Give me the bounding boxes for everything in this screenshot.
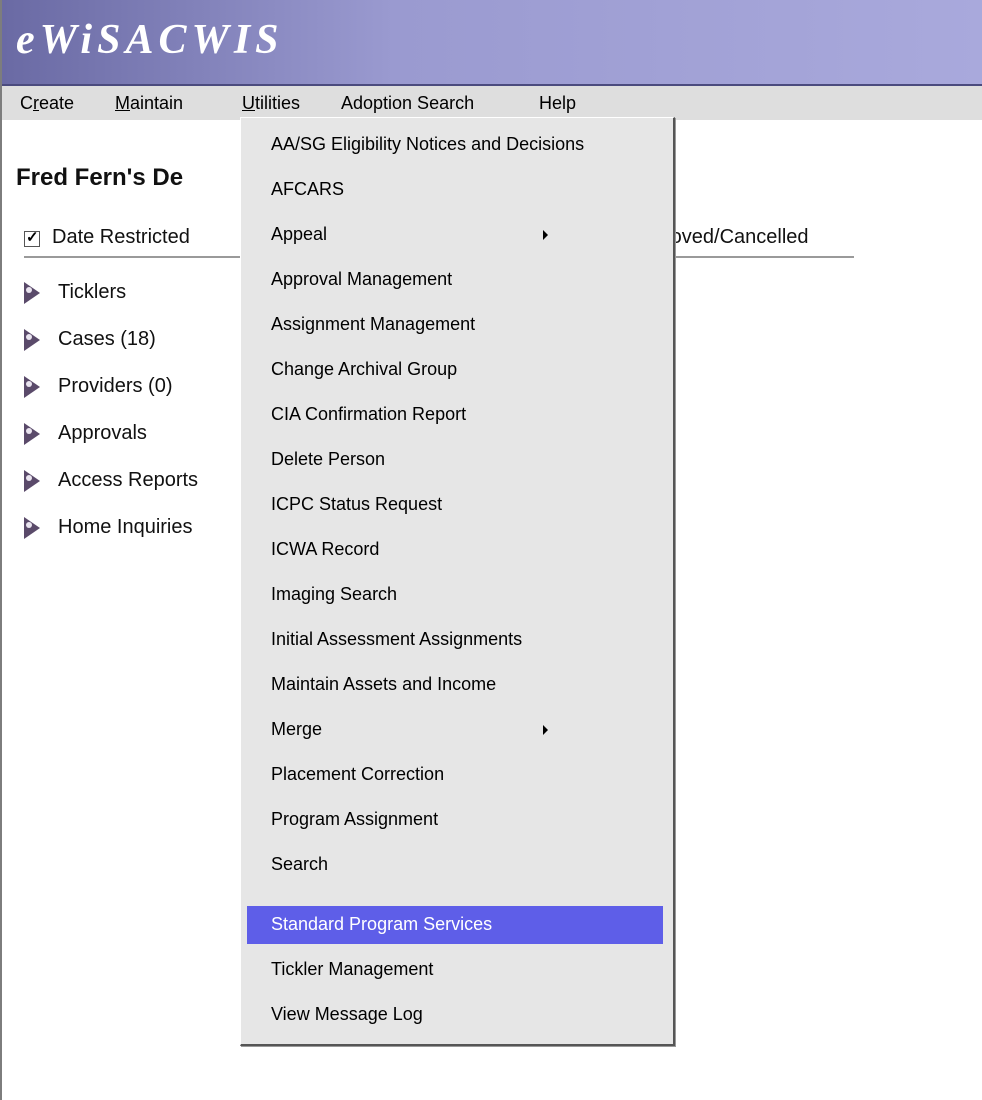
date-restricted-checkbox[interactable]: ✓: [24, 229, 40, 247]
window-left-border: [0, 0, 2, 1100]
menu-item-change-archival-group[interactable]: Change Archival Group: [247, 351, 663, 389]
menu-adoption-search[interactable]: Adoption Search: [341, 93, 474, 114]
menu-item-delete-person[interactable]: Delete Person: [247, 441, 663, 479]
date-restricted-label: Date Restricted: [52, 226, 190, 248]
menu-item-program-assignment[interactable]: Program Assignment: [247, 801, 663, 839]
menu-bar: Create Maintain Utilities Adoption Searc…: [2, 86, 982, 120]
menu-item-initial-assessment-assignments[interactable]: Initial Assessment Assignments: [247, 621, 663, 659]
menu-item-standard-program-services[interactable]: Standard Program Services: [247, 906, 663, 944]
menu-item-imaging-search[interactable]: Imaging Search: [247, 576, 663, 614]
menu-item-placement-correction[interactable]: Placement Correction: [247, 756, 663, 794]
menu-item-merge[interactable]: Merge: [247, 711, 663, 749]
menu-item-icpc-status-request[interactable]: ICPC Status Request: [247, 486, 663, 524]
menu-item-afcars[interactable]: AFCARS: [247, 171, 663, 209]
menu-item-approval-management[interactable]: Approval Management: [247, 261, 663, 299]
submenu-arrow-icon: [543, 725, 548, 735]
app-title: eWiSACWIS: [16, 17, 284, 63]
expand-arrow-icon[interactable]: [24, 282, 40, 304]
status-filter-label: roved/Cancelled: [664, 226, 809, 248]
menu-item-view-message-log[interactable]: View Message Log: [247, 996, 663, 1034]
menu-item-appeal[interactable]: Appeal: [247, 216, 663, 254]
menu-maintain[interactable]: Maintain: [115, 93, 183, 114]
page-title: Fred Fern's De: [16, 164, 184, 191]
expand-arrow-icon[interactable]: [24, 423, 40, 445]
menu-help[interactable]: Help: [539, 93, 576, 114]
expand-arrow-icon[interactable]: [24, 329, 40, 351]
expand-arrow-icon[interactable]: [24, 470, 40, 492]
menu-item-search[interactable]: Search: [247, 846, 663, 884]
utilities-dropdown-menu: AA/SG Eligibility Notices and Decisions …: [240, 117, 675, 1046]
menu-item-cia-confirmation-report[interactable]: CIA Confirmation Report: [247, 396, 663, 434]
menu-item-icwa-record[interactable]: ICWA Record: [247, 531, 663, 569]
submenu-arrow-icon: [543, 230, 548, 240]
menu-create[interactable]: Create: [20, 93, 74, 114]
expand-arrow-icon[interactable]: [24, 517, 40, 539]
menu-item-tickler-management[interactable]: Tickler Management: [247, 951, 663, 989]
menu-item-maintain-assets-and-income[interactable]: Maintain Assets and Income: [247, 666, 663, 704]
menu-utilities[interactable]: Utilities: [242, 93, 300, 114]
checkmark-icon: ✓: [26, 229, 39, 246]
expand-arrow-icon[interactable]: [24, 376, 40, 398]
menu-item-aa-sg-eligibility[interactable]: AA/SG Eligibility Notices and Decisions: [247, 126, 663, 164]
app-banner: eWiSACWIS: [2, 0, 982, 86]
menu-item-assignment-management[interactable]: Assignment Management: [247, 306, 663, 344]
